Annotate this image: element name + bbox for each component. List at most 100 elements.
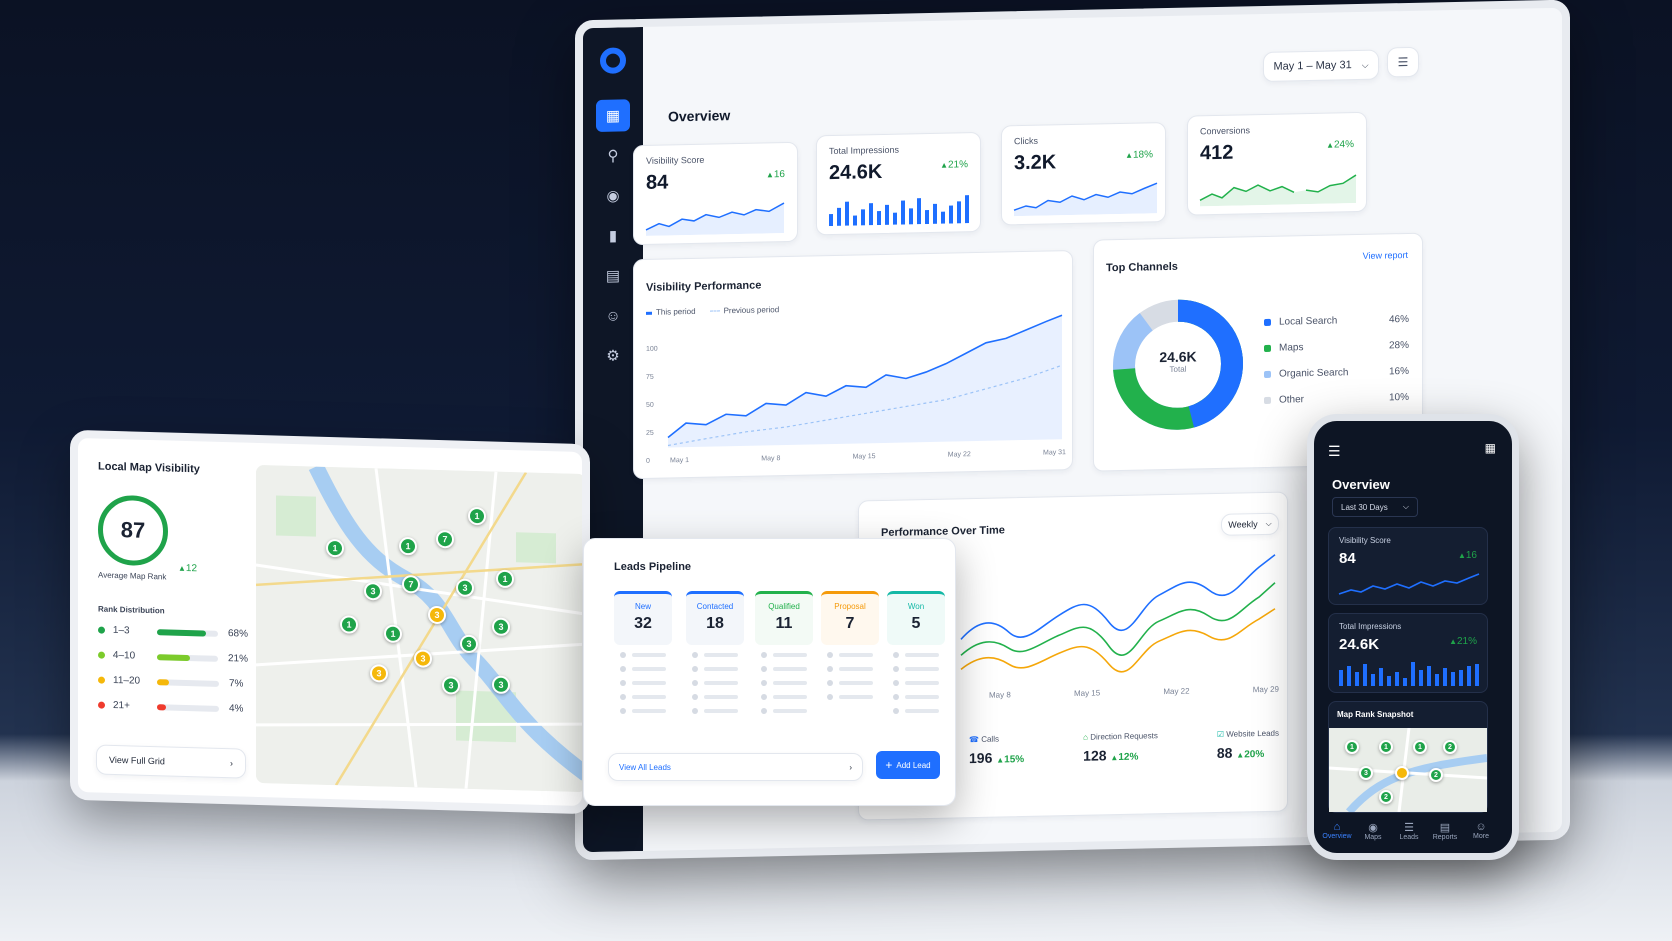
map-pin[interactable]: 3 <box>460 634 478 654</box>
lead-list <box>761 651 819 721</box>
stage-new[interactable]: New 32 <box>614 591 672 645</box>
phone-map-snapshot[interactable]: Map Rank Snapshot 1 1 1 2 3 2 2 <box>1328 701 1488 813</box>
map-pin[interactable]: 2 <box>1429 768 1443 782</box>
map-pin[interactable]: 1 <box>384 624 402 644</box>
y-tick: 0 <box>646 457 650 465</box>
x-axis: May 8 May 15 May 22 May 29 <box>989 685 1279 700</box>
phone-kpi-impressions[interactable]: Total Impressions 24.6K 21% <box>1328 613 1488 693</box>
view-all-leads-button[interactable]: View All Leads › <box>608 753 863 781</box>
stage-count: 11 <box>775 615 793 632</box>
kpi-change: 21% <box>1449 636 1477 647</box>
y-tick: 100 <box>646 345 658 353</box>
users-icon[interactable]: ☺ <box>596 299 630 332</box>
stage-proposal[interactable]: Proposal 7 <box>821 591 879 645</box>
interval-select[interactable]: Weekly ⌵ <box>1221 512 1279 536</box>
map-pin[interactable]: 1 <box>326 538 344 558</box>
hamburger-menu-icon[interactable]: ☰ <box>1328 443 1341 460</box>
stat-website-leads: ☑ Website Leads88 20% <box>1217 729 1279 761</box>
home-icon: ⌂ <box>1333 821 1341 833</box>
map-pin[interactable]: 3 <box>492 617 510 637</box>
x-tick: May 22 <box>947 451 971 459</box>
map-pin[interactable]: 1 <box>468 506 486 526</box>
reports-icon[interactable]: ▤ <box>596 259 630 292</box>
phone-kpi-visibility[interactable]: Visibility Score 84 16 <box>1328 527 1488 605</box>
nav-overview[interactable]: ⌂ Overview <box>1320 821 1354 840</box>
map-pin[interactable]: 2 <box>1379 790 1393 804</box>
map-pin[interactable]: 3 <box>428 605 446 625</box>
calendar-icon[interactable]: ▦ <box>1485 441 1496 455</box>
map-pin[interactable]: 3 <box>1359 766 1373 780</box>
nav-leads[interactable]: ☰ Leads <box>1392 821 1426 841</box>
plus-icon: + <box>885 758 893 772</box>
map-pin[interactable]: 7 <box>402 575 420 594</box>
y-tick: 25 <box>646 429 654 437</box>
chart-title: Visibility Performance <box>646 279 762 294</box>
nav-reports[interactable]: ▤ Reports <box>1428 821 1462 841</box>
nav-more[interactable]: ☺ More <box>1464 821 1498 840</box>
map-pin[interactable]: 3 <box>370 664 388 683</box>
stage-won[interactable]: Won 5 <box>887 591 945 645</box>
dashboard-icon[interactable]: ▦ <box>596 99 630 132</box>
phone-icon: ☎ <box>969 734 982 745</box>
location-icon[interactable]: ◉ <box>596 179 630 212</box>
stage-contacted[interactable]: Contacted 18 <box>686 591 744 645</box>
date-range-picker[interactable]: May 1 – May 31 ⌵ <box>1263 49 1379 83</box>
map-pin[interactable]: 3 <box>456 578 474 598</box>
chevron-right-icon: › <box>849 762 852 772</box>
reports-icon: ▤ <box>1439 822 1451 834</box>
map-pin[interactable]: 3 <box>364 581 382 601</box>
filter-icon[interactable]: ☰ <box>1387 46 1419 78</box>
visibility-line-chart <box>667 314 1063 448</box>
map-pin[interactable]: 1 <box>1379 740 1393 754</box>
phone-visibility-sparkline <box>1338 573 1480 595</box>
settings-icon[interactable]: ⚙ <box>596 339 630 372</box>
kpi-total-impressions[interactable]: Total Impressions 24.6K 21% <box>816 131 981 236</box>
map-pin[interactable]: 3 <box>492 675 510 695</box>
lead-list <box>692 651 750 721</box>
kpi-visibility-score[interactable]: Visibility Score 84 16 <box>633 141 798 246</box>
legend-this-period: This period <box>646 307 696 317</box>
kpi-change: 24% <box>1326 139 1354 151</box>
map-pin[interactable]: 3 <box>442 676 460 695</box>
phone-map-view[interactable]: 1 1 1 2 3 2 2 <box>1329 728 1487 812</box>
nav-maps[interactable]: ◉ Maps <box>1356 821 1390 841</box>
stat-calls: ☎ Calls196 15% <box>969 734 1024 767</box>
y-tick: 75 <box>646 373 654 381</box>
view-report-link[interactable]: View report <box>1363 250 1408 261</box>
kpi-change: 16 <box>1458 550 1477 561</box>
distribution-row: 11–20 7% <box>98 675 248 690</box>
kpi-conversions[interactable]: Conversions 412 24% <box>1187 111 1367 216</box>
y-axis: 100 75 50 25 0 <box>646 336 658 476</box>
stage-count: 7 <box>845 615 855 632</box>
map-pin[interactable]: 3 <box>414 649 432 668</box>
map-pin[interactable] <box>1395 766 1409 780</box>
distribution-title: Rank Distribution <box>98 604 165 616</box>
add-lead-button[interactable]: + Add Lead <box>876 751 940 779</box>
period-select[interactable]: Last 30 Days ⌵ <box>1332 497 1418 517</box>
view-full-grid-button[interactable]: View Full Grid › <box>96 744 246 779</box>
kpi-clicks[interactable]: Clicks 3.2K 18% <box>1001 122 1166 226</box>
kpi-change: 16 <box>766 169 785 180</box>
stage-count: 32 <box>634 615 652 632</box>
map-pin[interactable]: 7 <box>436 529 454 549</box>
leads-pipeline-card: Leads Pipeline New 32 Contacted 18 Qualifi… <box>583 538 956 806</box>
map-pin[interactable]: 1 <box>340 615 358 634</box>
x-tick: May 8 <box>761 455 781 463</box>
analytics-icon[interactable]: ▮ <box>596 219 630 252</box>
map-pin[interactable]: 1 <box>1413 740 1427 754</box>
kpi-change: 18% <box>1125 149 1153 161</box>
stage-count: 5 <box>911 615 921 632</box>
x-tick: May 29 <box>1252 684 1279 695</box>
x-axis: May 1 May 8 May 15 May 22 May 31 <box>670 449 1066 464</box>
map-view[interactable]: 1 1 7 1 1 7 3 3 3 1 1 3 3 3 3 3 3 <box>256 464 586 793</box>
map-pin[interactable]: 1 <box>399 536 417 556</box>
map-pin[interactable]: 2 <box>1443 740 1457 754</box>
map-pin[interactable]: 1 <box>1345 740 1359 754</box>
stat-direction-requests: ⌂ Direction Requests128 12% <box>1083 731 1158 764</box>
stage-qualified[interactable]: Qualified 11 <box>755 591 813 645</box>
search-icon[interactable]: ⚲ <box>596 139 630 172</box>
stage-count: 18 <box>706 615 724 632</box>
map-pin[interactable]: 1 <box>496 569 514 589</box>
interval-value: Weekly <box>1228 519 1258 530</box>
x-tick: May 31 <box>1043 449 1066 457</box>
